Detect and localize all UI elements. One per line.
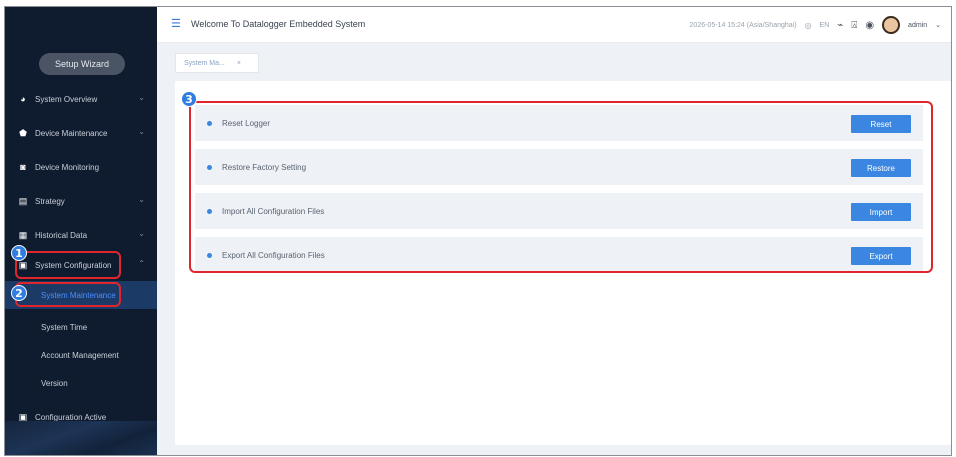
chevron-down-icon: ⌄: [138, 93, 145, 102]
sidebar-item-label: Device Monitoring: [35, 162, 100, 172]
sidebar-item-device-monitoring[interactable]: ◙ Device Monitoring: [5, 153, 157, 181]
callout-box-3: [189, 101, 933, 273]
wifi-icon[interactable]: ⌁: [837, 20, 843, 31]
step-badge-3: 3: [181, 91, 197, 107]
sidebar-item-system-overview[interactable]: ◕ System Overview ⌄: [5, 85, 157, 113]
bell-icon[interactable]: ⍓: [851, 20, 857, 31]
step-badge-2: 2: [11, 285, 27, 301]
sidebar-item-label: Device Maintenance: [35, 128, 108, 138]
sidebar-item-label: Configuration Active: [35, 412, 107, 422]
strategy-icon: ▤: [18, 195, 28, 206]
chevron-down-icon: ⌄: [138, 229, 145, 238]
gauge-icon: ◕: [20, 94, 26, 104]
chevron-down-icon[interactable]: ⌄: [935, 21, 941, 29]
callout-box-2: [15, 282, 121, 307]
avatar[interactable]: [882, 16, 901, 34]
tab-label: System Ma...: [184, 59, 225, 67]
chevron-down-icon: ⌄: [138, 127, 145, 136]
shield-icon: ⬟: [19, 127, 27, 138]
sidebar-item-configuration-active[interactable]: ▣ Configuration Active: [5, 403, 157, 431]
sidebar-item-strategy[interactable]: ▤ Strategy ⌄: [5, 187, 157, 215]
close-icon[interactable]: ×: [237, 60, 241, 67]
sidebar-item-label: Strategy: [35, 196, 65, 206]
monitor-icon: ◙: [20, 162, 26, 172]
main-content: System Ma... × Reset Logger Reset Restor…: [157, 43, 951, 455]
datetime-text: 2026-05-14 15:24 (Asia/Shanghai): [689, 21, 797, 29]
app-window: Setup Wizard ◕ System Overview ⌄ ⬟ Devic…: [4, 6, 952, 456]
sidebar-subitem-account-management[interactable]: Account Management: [5, 341, 157, 369]
step-badge-1: 1: [11, 245, 27, 261]
top-header: ☰ Welcome To Datalogger Embedded System …: [157, 7, 951, 43]
tab-system-maintenance[interactable]: System Ma... ×: [175, 53, 259, 73]
menu-icon[interactable]: ☰: [171, 19, 183, 30]
sidebar-item-historical-data[interactable]: ▦ Historical Data ⌄: [5, 221, 157, 249]
chevron-down-icon: ⌄: [138, 195, 145, 204]
sidebar-subitem-version[interactable]: Version: [5, 369, 157, 397]
callout-box-1: [15, 251, 121, 279]
page-title: Welcome To Datalogger Embedded System: [191, 19, 366, 29]
chevron-up-icon: ⌃: [138, 259, 145, 268]
header-right-group: 2026-05-14 15:24 (Asia/Shanghai) ◎ EN ⌁ …: [690, 16, 941, 34]
setup-wizard-button[interactable]: Setup Wizard: [39, 53, 125, 75]
user-name[interactable]: admin: [908, 22, 927, 29]
sidebar: Setup Wizard ◕ System Overview ⌄ ⬟ Devic…: [5, 7, 157, 455]
maintenance-panel: Reset Logger Reset Restore Factory Setti…: [175, 81, 951, 445]
language-text[interactable]: EN: [820, 22, 830, 29]
settings-icon[interactable]: ◉: [865, 20, 874, 31]
globe-icon[interactable]: ◎: [805, 21, 812, 30]
sidebar-subitem-system-time[interactable]: System Time: [5, 313, 157, 341]
history-icon: ▦: [18, 229, 28, 240]
config-active-icon: ▣: [18, 411, 28, 422]
sidebar-item-label: System Overview: [35, 94, 98, 104]
sidebar-item-label: Historical Data: [35, 230, 88, 240]
sidebar-item-device-maintenance[interactable]: ⬟ Device Maintenance ⌄: [5, 119, 157, 147]
